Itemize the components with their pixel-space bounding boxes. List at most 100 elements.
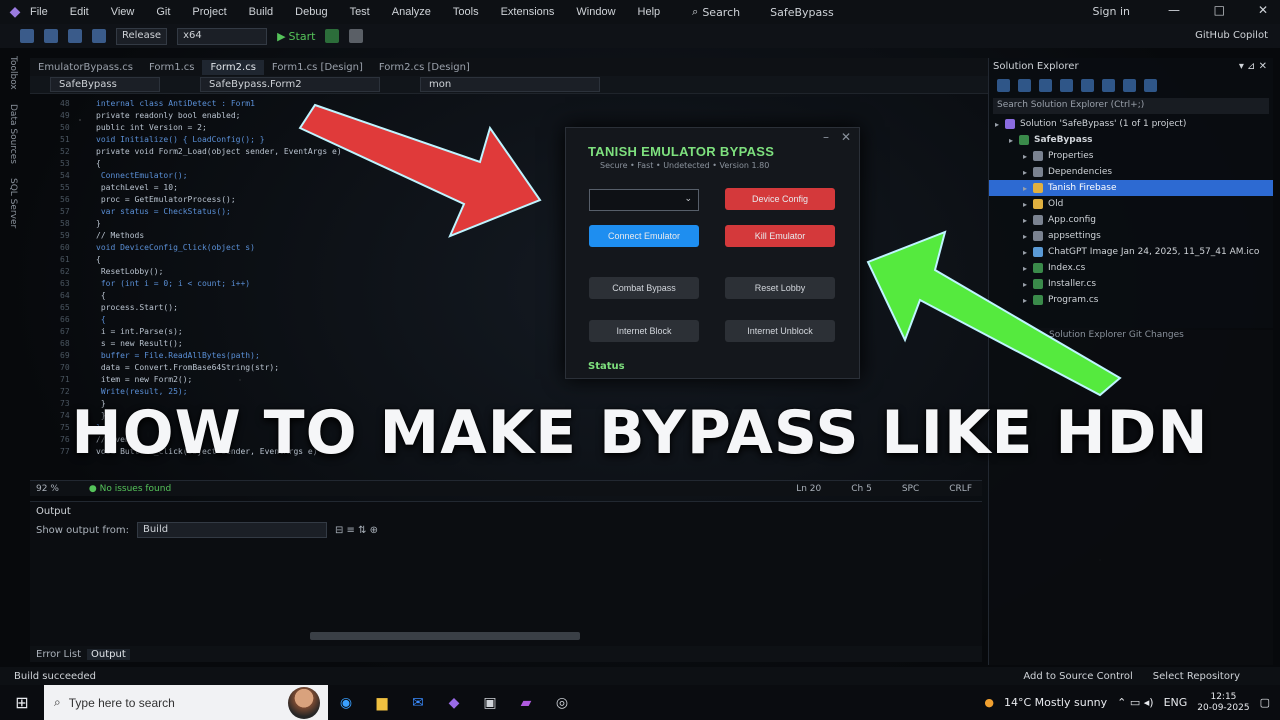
configuration-select[interactable]: Release xyxy=(116,27,168,45)
tree-item[interactable]: ▸ Program.cs xyxy=(989,292,1273,308)
expand-chevron-icon[interactable]: ▸ xyxy=(1023,296,1033,305)
device-config-button[interactable]: Device Config xyxy=(725,188,835,210)
code-line[interactable]: 70 data = Convert.FromBase64String(str); xyxy=(60,362,420,374)
maximize-icon[interactable]: □ xyxy=(1214,3,1225,17)
open-icon[interactable] xyxy=(44,29,58,43)
code-line[interactable]: 56 proc = GetEmulatorProcess(); xyxy=(60,194,420,206)
data-sources-tab[interactable]: Data Sources xyxy=(8,104,18,164)
toolbox-tab[interactable]: Toolbox xyxy=(8,56,18,90)
clear-output-icon[interactable]: ⊟ ≡ ⇅ ⊕ xyxy=(335,525,378,536)
tree-item[interactable]: ▸ appsettings xyxy=(989,228,1273,244)
save-icon[interactable] xyxy=(68,29,82,43)
tab-emulatorbypass-cs[interactable]: EmulatorBypass.cs xyxy=(30,60,141,75)
code-line[interactable]: 59 // Methods xyxy=(60,230,420,242)
code-line[interactable]: 54 ConnectEmulator(); xyxy=(60,170,420,182)
code-line[interactable]: 69 buffer = File.ReadAllBytes(path); xyxy=(60,350,420,362)
outlook-icon[interactable]: ✉ xyxy=(400,685,436,720)
windows-start-icon[interactable]: ⊞ xyxy=(0,685,44,720)
class-dropdown[interactable]: SafeBypass.Form2 xyxy=(200,77,380,92)
dialog-minimize-icon[interactable]: – xyxy=(823,130,829,144)
expand-chevron-icon[interactable]: ▸ xyxy=(1023,184,1033,193)
tree-item[interactable]: ▸ Old xyxy=(989,196,1273,212)
tree-item[interactable]: ▸ Dependencies xyxy=(989,164,1273,180)
github-icon[interactable]: ◎ xyxy=(544,685,580,720)
code-line[interactable]: 67 i = int.Parse(s); xyxy=(60,326,420,338)
start-button[interactable]: ▶ Start xyxy=(277,30,315,43)
code-line[interactable]: 62 ResetLobby(); xyxy=(60,266,420,278)
code-line[interactable]: 58} xyxy=(60,218,420,230)
back-icon[interactable] xyxy=(997,78,1010,92)
toolbar-tools-icon[interactable] xyxy=(349,29,364,43)
code-line[interactable]: 68 s = new Result(); xyxy=(60,338,420,350)
code-line[interactable]: 57 var status = CheckStatus(); xyxy=(60,206,420,218)
menu-test[interactable]: Test xyxy=(350,6,370,18)
file-explorer-icon[interactable]: ▆ xyxy=(364,685,400,720)
internet-block-button[interactable]: Internet Block xyxy=(589,320,699,342)
menu-git[interactable]: Git xyxy=(156,6,170,18)
code-line[interactable]: 64 { xyxy=(60,290,420,302)
menu-tools[interactable]: Tools xyxy=(453,6,479,18)
expand-chevron-icon[interactable]: ▸ xyxy=(1023,216,1033,225)
tree-item[interactable]: ▸ ChatGPT Image Jan 24, 2025, 11_57_41 AM… xyxy=(989,244,1273,260)
language-indicator[interactable]: ENG xyxy=(1164,696,1188,709)
platform-select[interactable]: x64 xyxy=(177,27,268,45)
add-to-source-control[interactable]: Add to Source Control xyxy=(1023,671,1132,682)
global-search[interactable]: ⌕ Search xyxy=(692,5,740,19)
code-line[interactable]: 53 { xyxy=(60,158,420,170)
github-copilot-button[interactable]: GitHub Copilot xyxy=(1195,30,1268,41)
sync-icon[interactable] xyxy=(1060,78,1073,92)
save-all-icon[interactable] xyxy=(92,29,106,43)
collapse-all-icon[interactable] xyxy=(1102,78,1115,92)
tree-item[interactable]: ▸ SafeBypass xyxy=(989,132,1273,148)
edge-icon[interactable]: ◉ xyxy=(328,685,364,720)
project-dropdown[interactable]: SafeBypass xyxy=(50,77,160,92)
tree-item[interactable]: ▸ Index.cs xyxy=(989,260,1273,276)
code-line[interactable]: 60 void DeviceConfig_Click(object s) xyxy=(60,242,420,254)
tree-item[interactable]: ▸ Solution 'SafeBypass' (1 of 1 project) xyxy=(989,116,1273,132)
expand-chevron-icon[interactable]: ▸ xyxy=(1023,152,1033,161)
clock[interactable]: 12:15 20-09-2025 xyxy=(1197,692,1249,714)
terminal-icon[interactable]: ▣ xyxy=(472,685,508,720)
minimize-icon[interactable]: — xyxy=(1168,3,1180,17)
new-project-icon[interactable] xyxy=(20,29,34,43)
tab-form1-cs[interactable]: Form1.cs xyxy=(141,60,202,75)
code-line[interactable]: 65 process.Start(); xyxy=(60,302,420,314)
expand-chevron-icon[interactable]: ▸ xyxy=(1023,248,1033,257)
sign-in-link[interactable]: Sign in xyxy=(1092,5,1130,18)
tab-output[interactable]: Output xyxy=(87,648,130,660)
menu-analyze[interactable]: Analyze xyxy=(392,6,431,18)
menu-file[interactable]: File xyxy=(30,6,48,18)
forward-icon[interactable] xyxy=(1018,78,1031,92)
panel-pin-icon[interactable]: ▾ ⊿ ✕ xyxy=(1239,61,1267,72)
code-line[interactable]: 61 { xyxy=(60,254,420,266)
menu-help[interactable]: Help xyxy=(638,6,661,18)
tab-form2-design[interactable]: Form2.cs [Design] xyxy=(371,60,478,75)
menu-build[interactable]: Build xyxy=(249,6,273,18)
tab-form1-design[interactable]: Form1.cs [Design] xyxy=(264,60,371,75)
menu-debug[interactable]: Debug xyxy=(295,6,327,18)
menu-window[interactable]: Window xyxy=(576,6,615,18)
expand-chevron-icon[interactable]: ▸ xyxy=(1023,232,1033,241)
output-source-select[interactable]: Build xyxy=(136,522,327,538)
menu-view[interactable]: View xyxy=(111,6,135,18)
internet-unblock-button[interactable]: Internet Unblock xyxy=(725,320,835,342)
tree-item[interactable]: ▸ Installer.cs xyxy=(989,276,1273,292)
code-line[interactable]: 72 Write(result, 25); xyxy=(60,386,420,398)
code-line[interactable]: 50 public int Version = 2; xyxy=(60,122,420,134)
expand-chevron-icon[interactable]: ▸ xyxy=(1023,280,1033,289)
sql-server-tab[interactable]: SQL Server xyxy=(8,178,18,228)
emulator-select[interactable]: ⌄ xyxy=(589,189,699,211)
properties-icon[interactable] xyxy=(1144,78,1157,92)
code-line[interactable]: 55 patchLevel = 10; xyxy=(60,182,420,194)
notifications-icon[interactable]: ▢ xyxy=(1260,696,1270,709)
show-all-files-icon[interactable] xyxy=(1123,78,1136,92)
code-line[interactable]: 66 { xyxy=(60,314,420,326)
tree-item[interactable]: ▸ Tanish Firebase xyxy=(989,180,1273,196)
home-icon[interactable] xyxy=(1039,78,1052,92)
expand-chevron-icon[interactable]: ▸ xyxy=(1009,136,1019,145)
zoom-level[interactable]: 92 % xyxy=(36,484,59,494)
no-issues-indicator[interactable]: ● No issues found xyxy=(89,484,171,494)
expand-chevron-icon[interactable]: ▸ xyxy=(1023,264,1033,273)
combat-bypass-button[interactable]: Combat Bypass xyxy=(589,277,699,299)
code-line[interactable]: 63 for (int i = 0; i < count; i++) xyxy=(60,278,420,290)
